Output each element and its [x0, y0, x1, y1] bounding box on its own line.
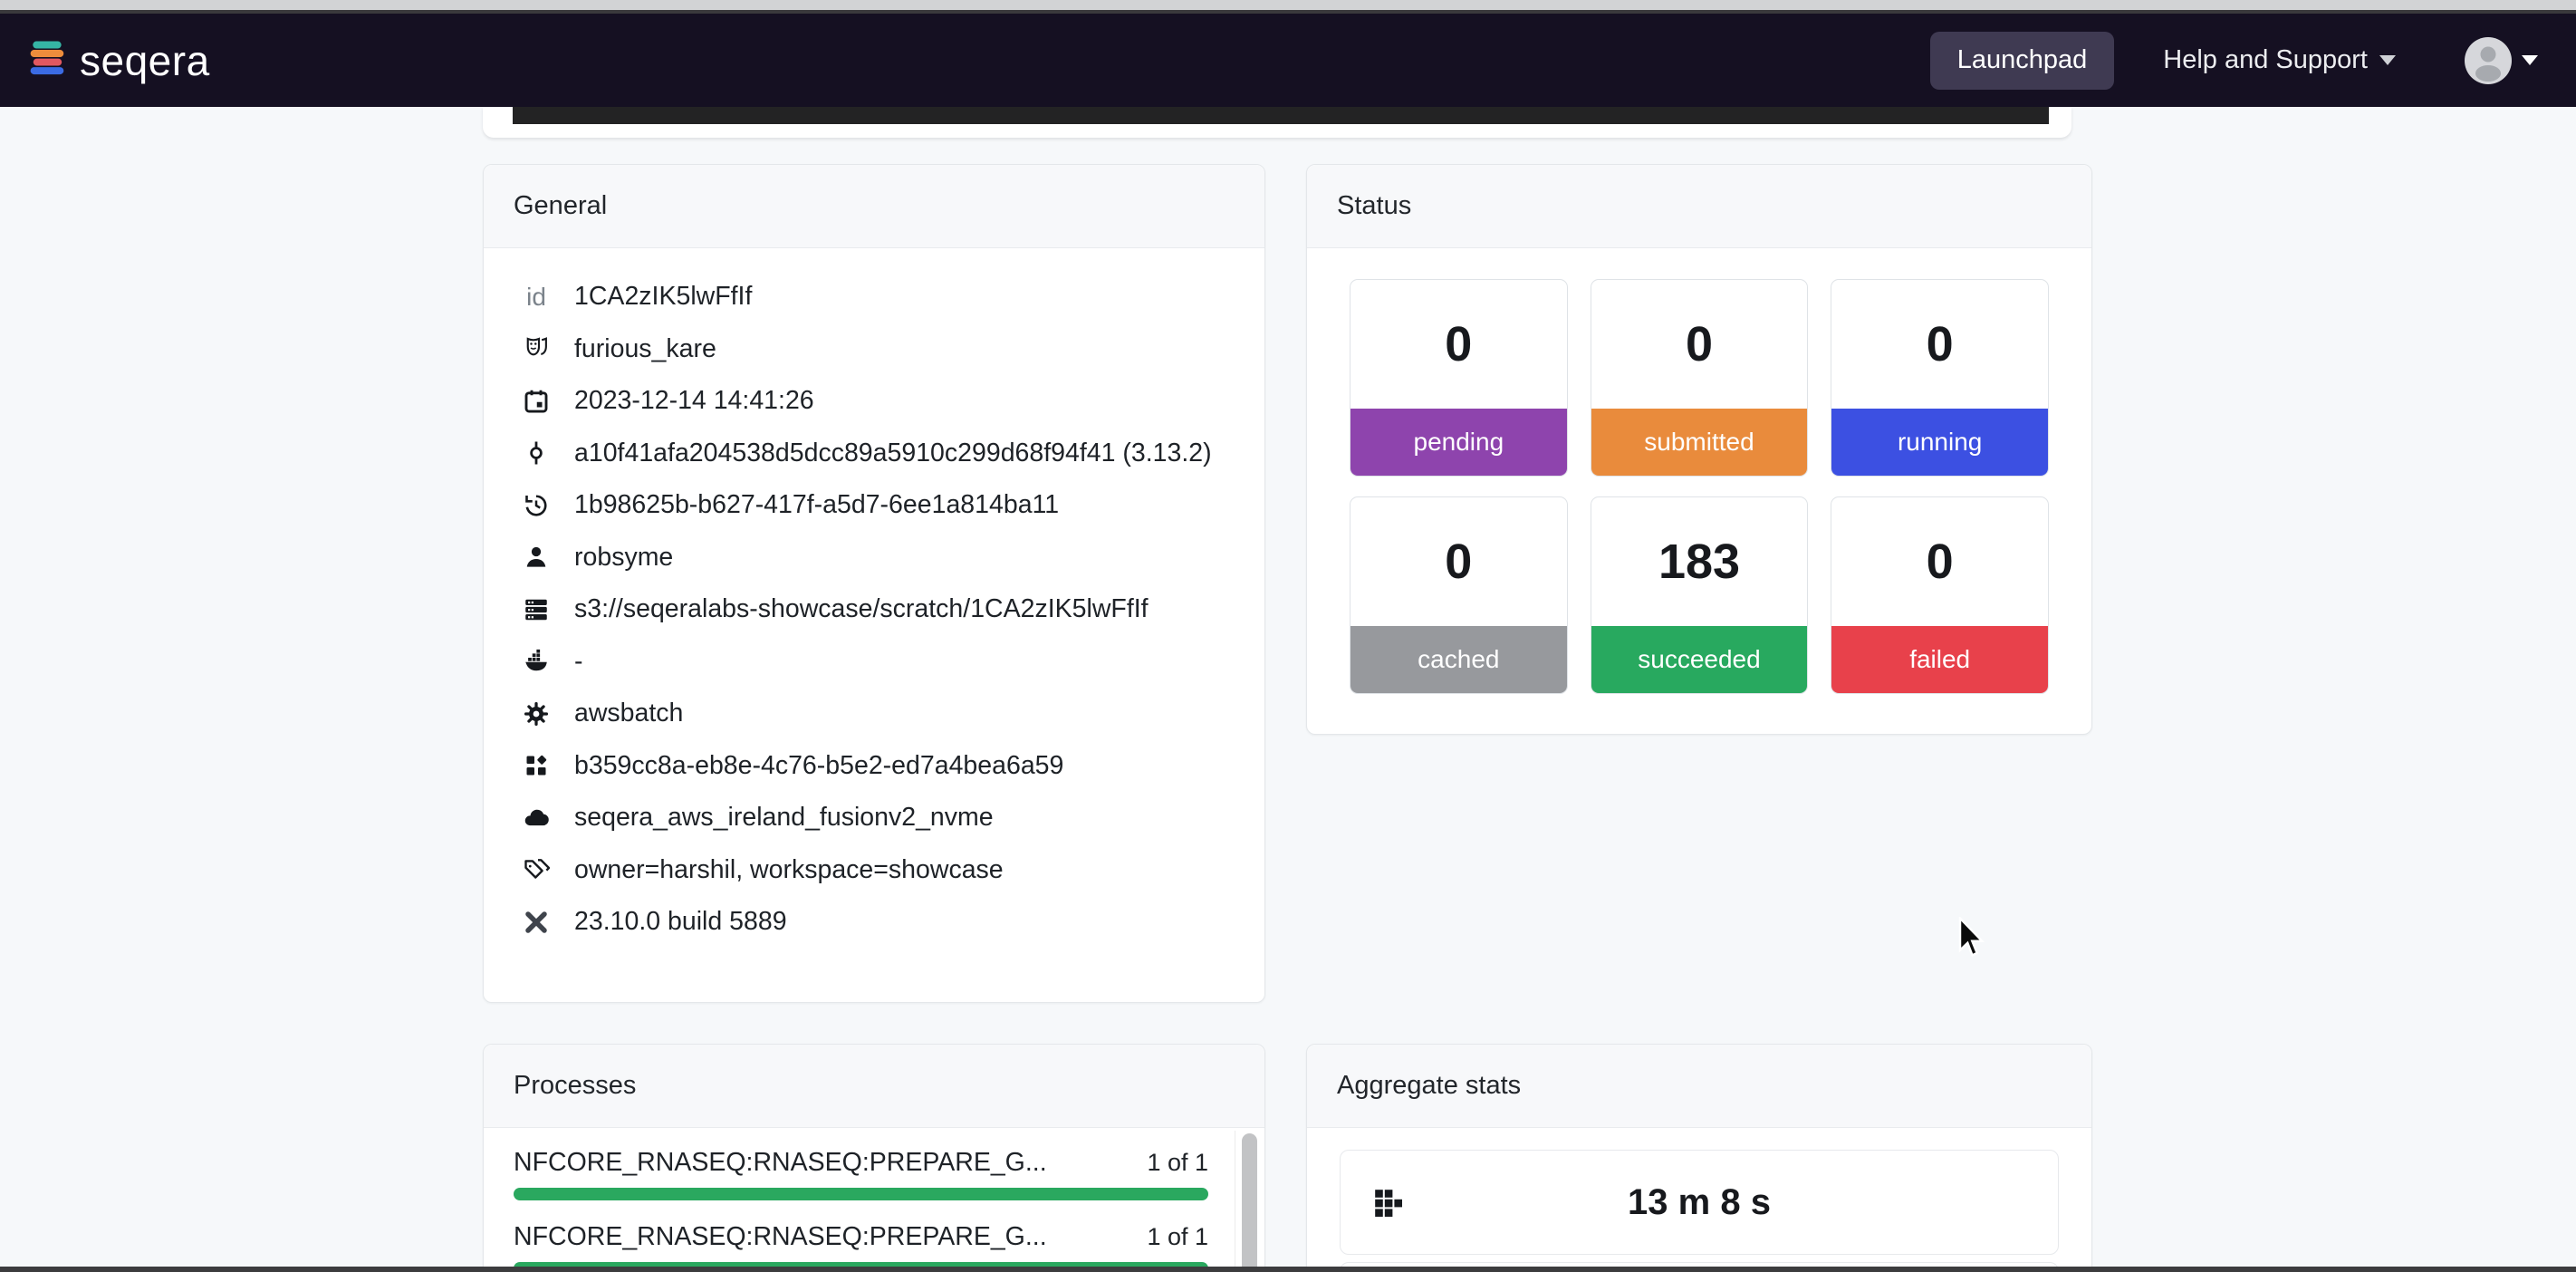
status-tile-succeeded[interactable]: 183succeeded [1591, 496, 1809, 694]
general-rows: id 1CA2zIK5lwFfIf furious_kare 2023-12-14 1… [484, 248, 1264, 949]
aggregate-stats-body: 13 m 8 s [1307, 1128, 2091, 1272]
masks-icon [521, 335, 552, 362]
aggregate-stats-title: Aggregate stats [1307, 1045, 2091, 1128]
history-icon [521, 492, 552, 519]
seqera-logo[interactable]: seqera [29, 36, 210, 85]
aggregate-stat-walltime: 13 m 8 s [1340, 1150, 2059, 1255]
general-value: 2023-12-14 14:41:26 [574, 386, 814, 416]
general-row: owner=harshil, workspace=showcase [521, 844, 1228, 897]
process-count: 1 of 1 [1147, 1149, 1208, 1177]
run-header-card-bottom [483, 107, 2071, 138]
general-value: owner=harshil, workspace=showcase [574, 855, 1004, 885]
general-value: 23.10.0 build 5889 [574, 907, 787, 937]
status-label: succeeded [1591, 626, 1808, 693]
general-card-title: General [484, 165, 1264, 248]
cloud-icon [521, 805, 552, 832]
aggregate-stats-card: Aggregate stats 13 m 8 s [1306, 1044, 2092, 1272]
general-card: General id 1CA2zIK5lwFfIf furious_kare 2023… [483, 164, 1265, 1003]
general-value: s3://seqeralabs-showcase/scratch/1CA2zIK… [574, 594, 1149, 624]
status-card: Status 0pending0submitted0running0cached… [1306, 164, 2092, 735]
general-row: robsyme [521, 532, 1228, 584]
status-label: pending [1350, 409, 1567, 476]
process-name: NFCORE_RNASEQ:RNASEQ:PREPARE_G... [514, 1222, 1047, 1252]
general-value: b359cc8a-eb8e-4c76-b5e2-ed7a4bea6a59 [574, 751, 1063, 781]
tasks-grid-icon [1374, 1189, 1402, 1217]
compute-env-icon [521, 752, 552, 779]
server-icon [521, 596, 552, 623]
status-label: submitted [1591, 409, 1808, 476]
gear-icon [521, 700, 552, 728]
general-row: s3://seqeralabs-showcase/scratch/1CA2zIK… [521, 583, 1228, 636]
brand-name: seqera [80, 36, 210, 85]
general-value: a10f41afa204538d5dcc89a5910c299d68f94f41… [574, 438, 1212, 468]
mouse-cursor [1958, 917, 1986, 959]
process-row[interactable]: NFCORE_RNASEQ:RNASEQ:PREPARE_G... 1 of 1 [514, 1222, 1208, 1272]
processes-card-title: Processes [484, 1045, 1264, 1128]
general-row: furious_kare [521, 323, 1228, 376]
general-row: - [521, 636, 1228, 689]
user-menu[interactable] [2465, 37, 2538, 84]
general-value: 1CA2zIK5lwFfIf [574, 282, 752, 312]
process-progress-bar [514, 1188, 1208, 1200]
status-label: running [1831, 409, 2048, 476]
status-tile-cached[interactable]: 0cached [1350, 496, 1568, 694]
window-bottom-border [0, 1267, 2576, 1272]
launchpad-button[interactable]: Launchpad [1930, 32, 2115, 90]
chevron-down-icon [2379, 55, 2396, 65]
commit-icon [521, 439, 552, 467]
process-rows: NFCORE_RNASEQ:RNASEQ:PREPARE_G...1 of 1N… [484, 1128, 1264, 1272]
window-top-strip [0, 0, 2576, 10]
status-tile-submitted[interactable]: 0submitted [1591, 279, 1809, 477]
status-count: 0 [1591, 280, 1808, 409]
processes-card: Processes NFCORE_RNASEQ:RNASEQ:PREPARE_G… [483, 1044, 1265, 1272]
status-count: 0 [1350, 497, 1567, 626]
help-and-support-label: Help and Support [2163, 45, 2368, 75]
general-row: 2023-12-14 14:41:26 [521, 375, 1228, 428]
status-card-title: Status [1307, 165, 2091, 248]
general-value: 1b98625b-b627-417f-a5d7-6ee1a814ba11 [574, 490, 1059, 520]
status-count: 0 [1350, 280, 1567, 409]
general-row: awsbatch [521, 688, 1228, 740]
help-and-support-menu[interactable]: Help and Support [2163, 45, 2396, 75]
general-value: - [574, 647, 583, 677]
general-row: seqera_aws_ireland_fusionv2_nvme [521, 792, 1228, 844]
docker-icon [521, 648, 552, 675]
general-row: 1b98625b-b627-417f-a5d7-6ee1a814ba11 [521, 479, 1228, 532]
status-tile-failed[interactable]: 0failed [1831, 496, 2049, 694]
status-tile-running[interactable]: 0running [1831, 279, 2049, 477]
tags-icon [521, 856, 552, 883]
nextflow-icon [521, 909, 552, 936]
status-tile-pending[interactable]: 0pending [1350, 279, 1568, 477]
user-icon [521, 544, 552, 571]
general-value: furious_kare [574, 334, 716, 364]
command-box-bottom [513, 107, 2049, 124]
status-count: 183 [1591, 497, 1808, 626]
general-row: b359cc8a-eb8e-4c76-b5e2-ed7a4bea6a59 [521, 740, 1228, 793]
top-navbar: seqera Launchpad Help and Support [0, 14, 2576, 107]
process-row[interactable]: NFCORE_RNASEQ:RNASEQ:PREPARE_G... 1 of 1 [514, 1148, 1208, 1200]
status-label: cached [1350, 626, 1567, 693]
general-row: 23.10.0 build 5889 [521, 896, 1228, 949]
status-tiles: 0pending0submitted0running0cached183succ… [1307, 248, 2091, 725]
general-row: id 1CA2zIK5lwFfIf [521, 271, 1228, 323]
general-value: awsbatch [574, 699, 683, 728]
seqera-logo-icon [29, 41, 67, 81]
process-count: 1 of 1 [1147, 1223, 1208, 1251]
general-value: robsyme [574, 543, 673, 573]
general-row: a10f41afa204538d5dcc89a5910c299d68f94f41… [521, 428, 1228, 480]
id-label: id [521, 283, 552, 312]
chevron-down-icon [2522, 55, 2538, 65]
status-count: 0 [1831, 497, 2048, 626]
general-value: seqera_aws_ireland_fusionv2_nvme [574, 803, 994, 833]
status-label: failed [1831, 626, 2048, 693]
scrollbar-thumb[interactable] [1242, 1133, 1257, 1272]
status-count: 0 [1831, 280, 2048, 409]
process-name: NFCORE_RNASEQ:RNASEQ:PREPARE_G... [514, 1148, 1047, 1178]
calendar-icon [521, 388, 552, 415]
walltime-value: 13 m 8 s [1341, 1182, 2058, 1223]
avatar [2465, 37, 2512, 84]
